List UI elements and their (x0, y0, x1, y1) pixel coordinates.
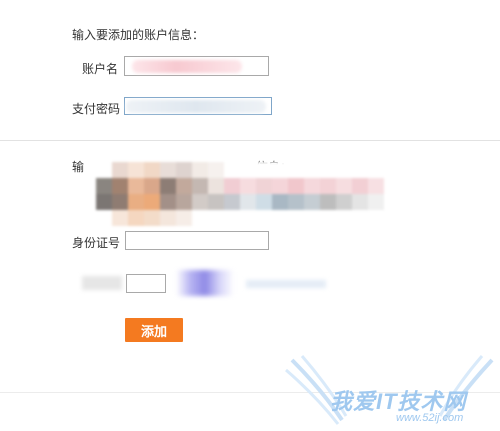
id-number-input[interactable] (125, 231, 269, 250)
id-number-label: 身份证号 (72, 236, 121, 250)
captcha-image[interactable] (176, 270, 234, 296)
account-name-label: 账户名 (82, 62, 119, 76)
account-name-field-wrap (124, 56, 269, 76)
refresh-captcha-link[interactable] (246, 280, 326, 288)
redacted-blur (132, 60, 242, 73)
watermark-url: www.52ij.com (396, 412, 464, 424)
payment-password-field-wrap (124, 97, 272, 115)
add-button[interactable]: 添加 (125, 318, 183, 342)
redacted-blur (126, 100, 266, 113)
section-heading-start: 输 (72, 160, 85, 174)
verification-code-input[interactable] (126, 274, 166, 293)
redacted-mosaic (96, 162, 400, 226)
payment-password-label: 支付密码 (72, 102, 121, 116)
section-heading-account-info: 输入要添加的账户信息： (72, 28, 205, 42)
redacted-label (82, 276, 122, 290)
section-divider (0, 140, 500, 141)
